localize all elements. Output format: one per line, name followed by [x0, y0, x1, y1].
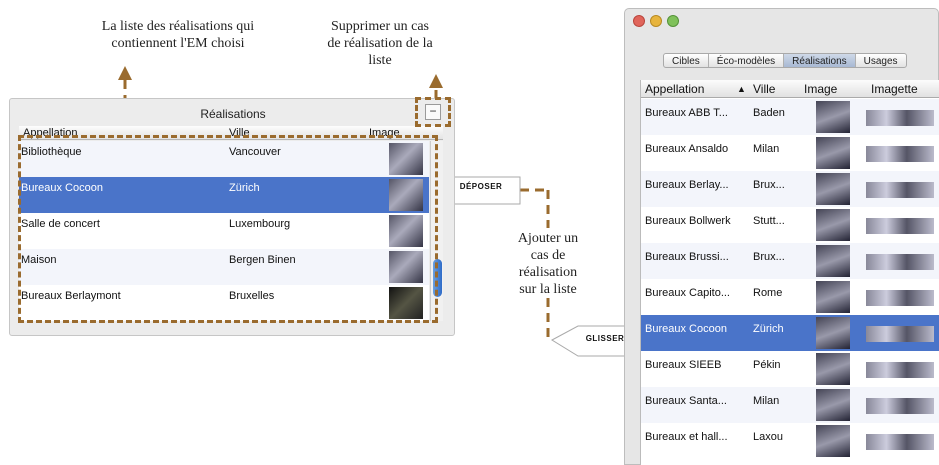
row-image: [816, 101, 850, 133]
source-table: Appellation ▲ Ville Image Imagette Burea…: [640, 80, 939, 465]
row-imagette: [866, 290, 934, 306]
row-imagette: [866, 326, 934, 342]
row-imagette: [866, 110, 934, 126]
list-highlight: [18, 135, 438, 323]
row-name: Bureaux SIEEB: [645, 359, 722, 371]
table-row[interactable]: Bureaux Ansaldo Milan: [641, 135, 939, 171]
row-name: Bureaux Cocoon: [645, 323, 727, 335]
row-name: Bureaux et hall...: [645, 431, 728, 443]
tab-usages[interactable]: Usages: [856, 54, 906, 67]
tab-cibles[interactable]: Cibles: [664, 54, 709, 67]
table-row[interactable]: Bureaux SIEEB Pékin: [641, 351, 939, 387]
row-city: Brux...: [753, 179, 785, 191]
table-row[interactable]: Bureaux Santa... Milan: [641, 387, 939, 423]
row-city: Milan: [753, 143, 780, 155]
row-city: Baden: [753, 107, 785, 119]
row-imagette: [866, 362, 934, 378]
row-name: Bureaux Brussi...: [645, 251, 729, 263]
row-image: [816, 353, 850, 385]
tab-eco-modeles[interactable]: Éco-modèles: [709, 54, 785, 67]
row-image: [816, 281, 850, 313]
row-image: [816, 389, 850, 421]
row-image: [816, 209, 850, 241]
close-window-icon[interactable]: [633, 15, 645, 27]
row-imagette: [866, 434, 934, 450]
row-imagette: [866, 218, 934, 234]
table-row-selected[interactable]: Bureaux Cocoon Zürich: [641, 315, 939, 351]
row-city: Stutt...: [753, 215, 785, 227]
panel-title: Réalisations: [200, 107, 266, 121]
realisations-panel: Réalisations − Appellation Ville Image B…: [9, 97, 455, 336]
tab-realisations[interactable]: Réalisations: [784, 54, 856, 67]
row-city: Pékin: [753, 359, 781, 371]
row-name: Bureaux Capito...: [645, 287, 730, 299]
row-image: [816, 425, 850, 457]
row-imagette: [866, 182, 934, 198]
row-name: Bureaux Berlay...: [645, 179, 729, 191]
row-imagette: [866, 254, 934, 270]
drop-tag: DÉPOSER: [459, 182, 503, 191]
row-name: Bureaux ABB T...: [645, 107, 728, 119]
table-row[interactable]: Bureaux Capito... Rome: [641, 279, 939, 315]
row-imagette: [866, 146, 934, 162]
tab-bar: Cibles Éco-modèles Réalisations Usages: [663, 53, 907, 68]
column-image[interactable]: Image: [804, 82, 837, 96]
table-row[interactable]: Bureaux ABB T... Baden: [641, 99, 939, 135]
table-row[interactable]: Bureaux Brussi... Brux...: [641, 243, 939, 279]
row-name: Bureaux Bollwerk: [645, 215, 731, 227]
row-city: Milan: [753, 395, 780, 407]
row-name: Bureaux Ansaldo: [645, 143, 729, 155]
row-city: Laxou: [753, 431, 783, 443]
remove-highlight: [415, 97, 451, 127]
table-row[interactable]: Bureaux Bollwerk Stutt...: [641, 207, 939, 243]
minimize-window-icon[interactable]: [650, 15, 662, 27]
row-imagette: [866, 398, 934, 414]
zoom-window-icon[interactable]: [667, 15, 679, 27]
table-header: Appellation ▲ Ville Image Imagette: [641, 80, 939, 98]
table-row[interactable]: Bureaux et hall... Laxou: [641, 423, 939, 459]
row-city: Brux...: [753, 251, 785, 263]
column-imagette[interactable]: Imagette: [871, 82, 918, 96]
table-row[interactable]: Bureaux Berlay... Brux...: [641, 171, 939, 207]
column-appellation[interactable]: Appellation: [645, 82, 704, 96]
row-image: [816, 245, 850, 277]
row-name: Bureaux Santa...: [645, 395, 727, 407]
row-image: [816, 137, 850, 169]
sort-ascending-icon[interactable]: ▲: [737, 84, 746, 94]
row-city: Rome: [753, 287, 783, 299]
column-ville[interactable]: Ville: [753, 82, 775, 96]
row-image: [816, 317, 850, 349]
row-image: [816, 173, 850, 205]
row-city: Zürich: [753, 323, 784, 335]
